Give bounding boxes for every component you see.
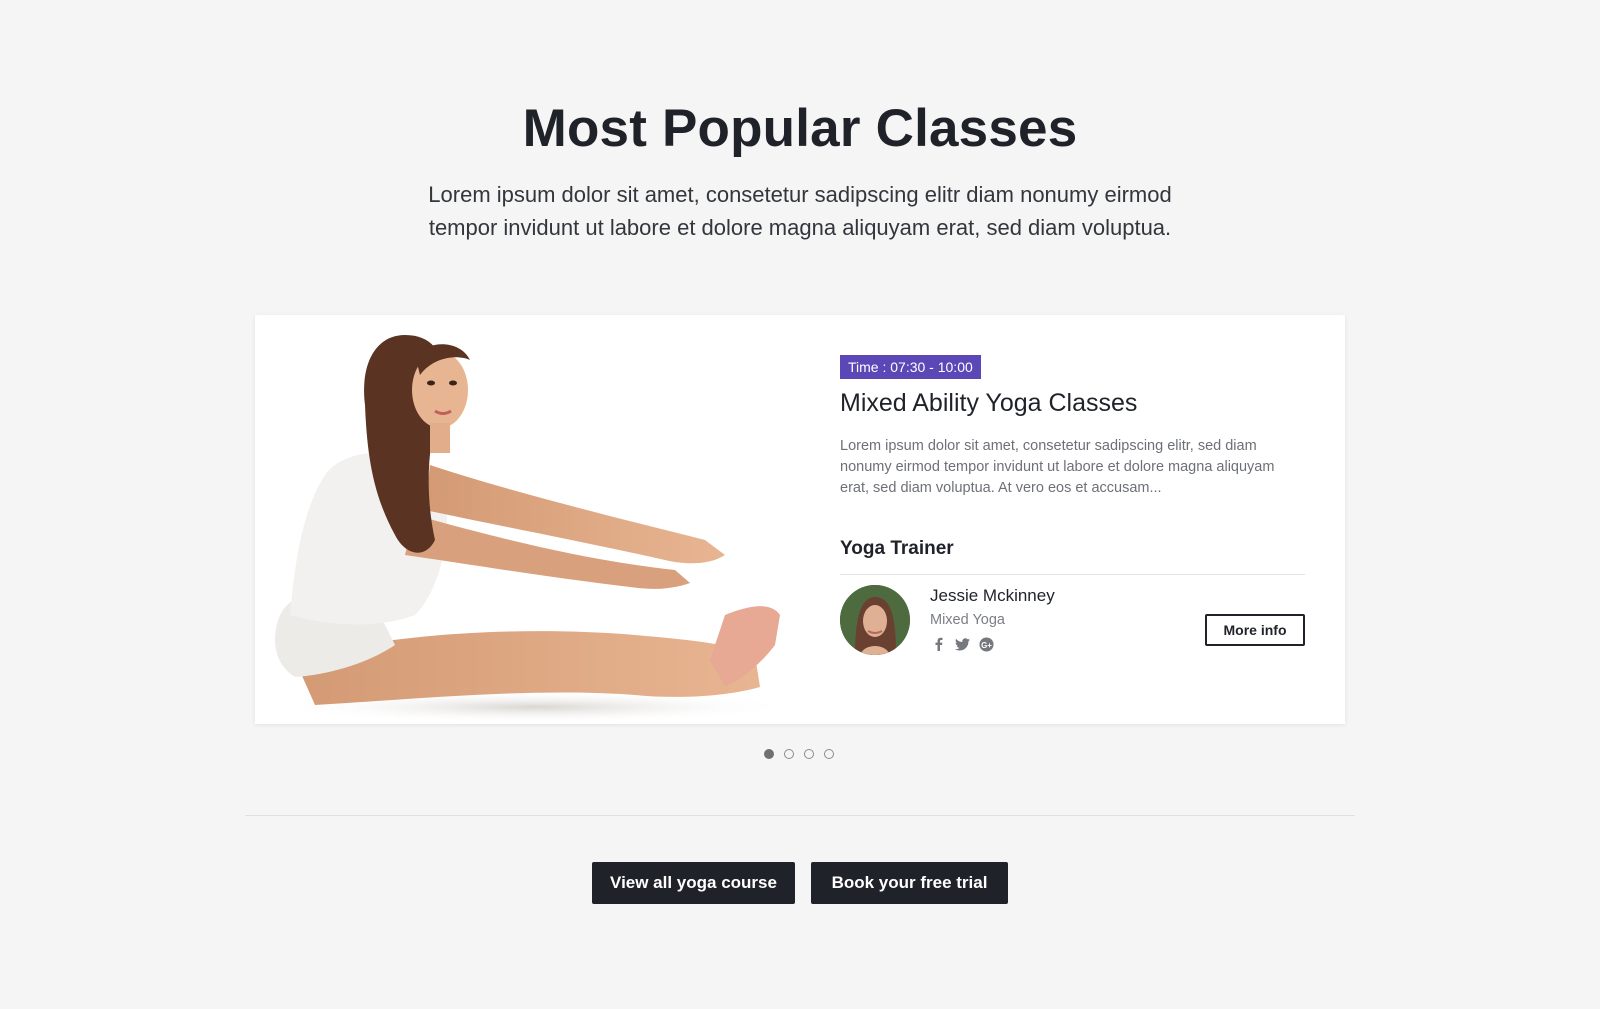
section-divider: [245, 815, 1355, 816]
time-badge: Time : 07:30 - 10:00: [840, 355, 981, 379]
carousel-dots: [764, 749, 834, 759]
book-free-trial-button[interactable]: Book your free trial: [811, 862, 1008, 904]
trainer-name[interactable]: Jessie Mckinney: [930, 586, 1055, 606]
section-subtitle: Lorem ipsum dolor sit amet, consetetur s…: [400, 178, 1200, 244]
more-info-button[interactable]: More info: [1205, 614, 1305, 646]
trainer-divider: [840, 574, 1305, 575]
twitter-icon[interactable]: [954, 636, 970, 652]
trainer-avatar-image: [840, 585, 910, 655]
subtitle-line-2: tempor invidunt ut labore et dolore magn…: [428, 215, 1172, 240]
view-all-courses-button[interactable]: View all yoga course: [592, 862, 795, 904]
class-card: Time : 07:30 - 10:00 Mixed Ability Yoga …: [255, 315, 1345, 724]
svg-text:G+: G+: [981, 640, 992, 649]
carousel-dot-3[interactable]: [804, 749, 814, 759]
class-description: Lorem ipsum dolor sit amet, consetetur s…: [840, 438, 1275, 496]
section-title: Most Popular Classes: [522, 99, 1078, 158]
class-photo: [255, 315, 815, 724]
google-plus-icon[interactable]: G+: [978, 636, 994, 652]
yoga-woman-illustration: [275, 335, 795, 723]
avatar: [840, 585, 910, 655]
trainer-role: Mixed Yoga: [930, 612, 1005, 628]
carousel-dot-1[interactable]: [764, 749, 774, 759]
facebook-icon[interactable]: [930, 636, 946, 652]
subtitle-line-1: Lorem ipsum dolor sit amet, consetetur s…: [428, 182, 1172, 207]
class-details: Time : 07:30 - 10:00 Mixed Ability Yoga …: [840, 355, 1305, 657]
trainer-heading: Yoga Trainer: [840, 538, 954, 559]
trainer-socials: G+: [930, 636, 994, 652]
carousel-dot-2[interactable]: [784, 749, 794, 759]
carousel-dot-4[interactable]: [824, 749, 834, 759]
trainer-row: Jessie Mckinney Mixed Yoga G+ More info: [840, 585, 1305, 657]
class-title[interactable]: Mixed Ability Yoga Classes: [840, 389, 1305, 418]
